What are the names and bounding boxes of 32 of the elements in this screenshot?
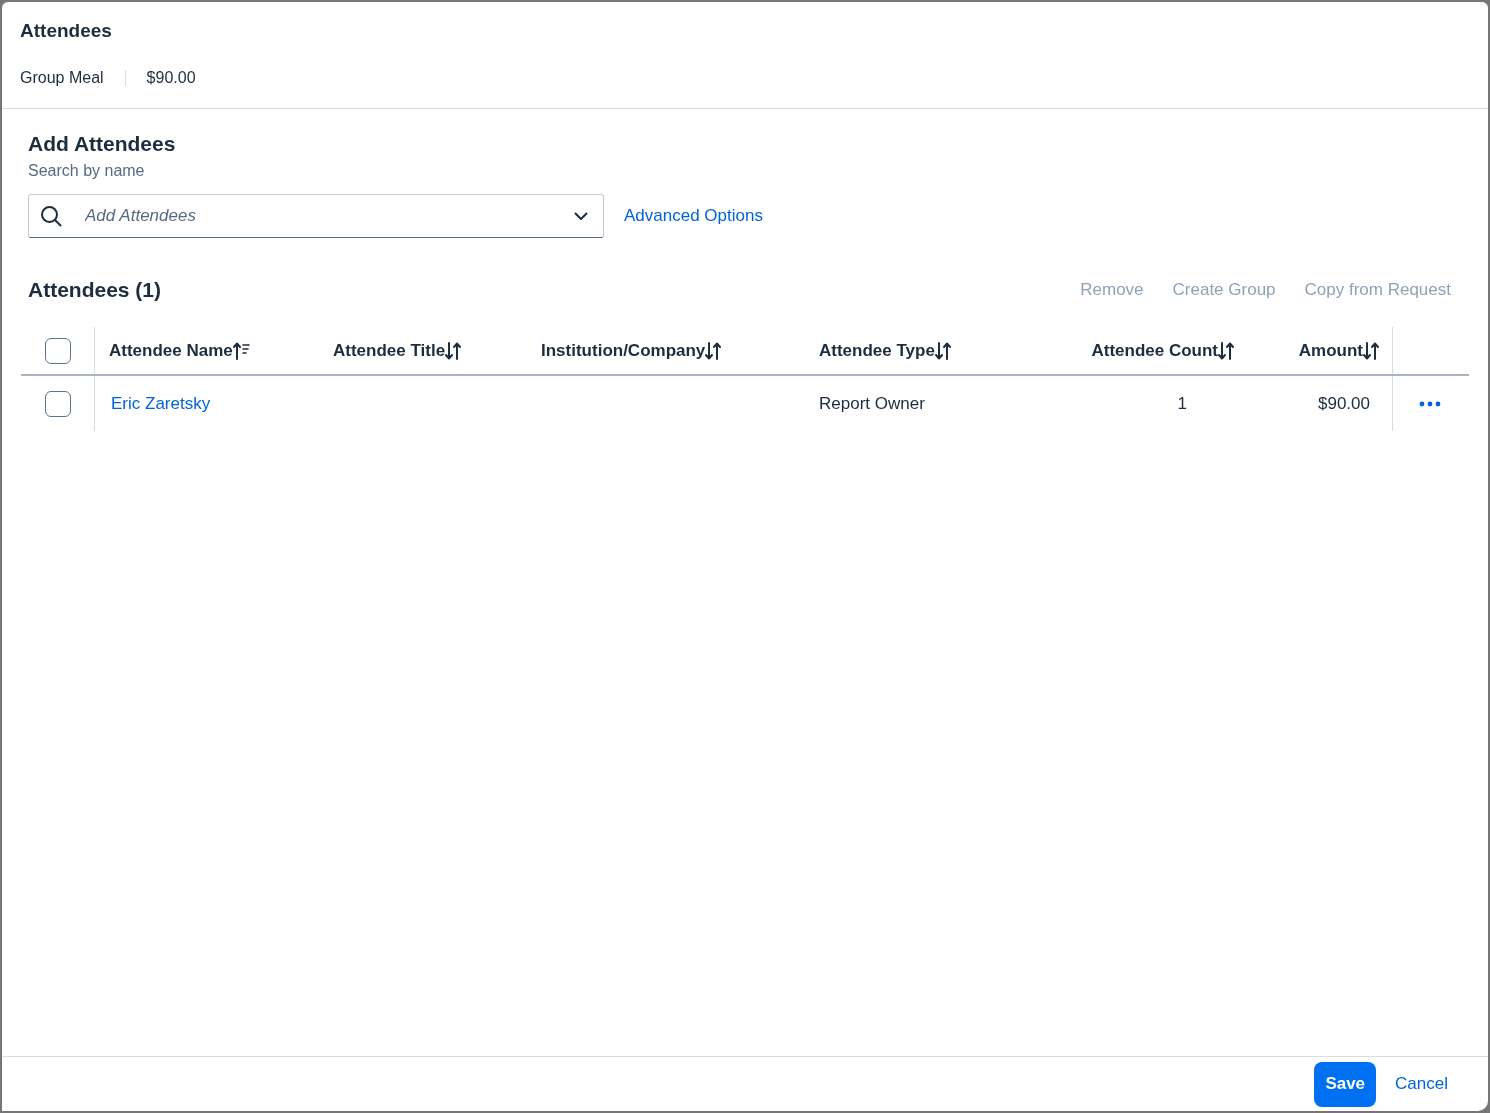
sort-icon[interactable] <box>705 340 723 361</box>
dialog-title: Attendees <box>20 19 112 43</box>
more-icon[interactable] <box>1419 400 1441 407</box>
column-header[interactable]: Institution/Company <box>541 338 706 363</box>
column-header[interactable]: Attendee Count <box>1091 338 1218 363</box>
column-header[interactable]: Attendee Name <box>109 338 233 363</box>
sort-icon[interactable] <box>1363 340 1380 361</box>
search-field[interactable]: Add Attendees <box>28 194 604 238</box>
advanced-options-link[interactable]: Advanced Options <box>624 204 763 228</box>
sort-icon[interactable] <box>445 340 463 361</box>
table-cell-text: Report Owner <box>819 392 925 415</box>
table-cell-text: $90.00 <box>1318 392 1370 415</box>
checkbox[interactable] <box>44 337 71 364</box>
sort-ascending-icon[interactable] <box>232 340 250 361</box>
expense-type: Group Meal <box>20 68 104 88</box>
table-cell-text: 1 <box>1177 392 1187 415</box>
cancel-button[interactable]: Cancel <box>1383 1061 1460 1107</box>
column-header[interactable]: Amount <box>1298 338 1363 363</box>
sort-icon[interactable] <box>1218 340 1235 361</box>
column-header[interactable]: Attendee Title <box>333 338 446 363</box>
checkbox[interactable] <box>44 390 71 417</box>
sort-icon[interactable] <box>934 340 952 361</box>
section-heading: Attendees (1) <box>28 277 162 303</box>
save-button[interactable]: Save <box>1314 1061 1377 1107</box>
search-input[interactable]: Add Attendees <box>85 203 562 229</box>
field-label: Search by name <box>28 161 145 181</box>
expense-amount: $90.00 <box>146 68 196 88</box>
section-heading: Add Attendees <box>28 131 176 157</box>
search-icon <box>40 205 62 227</box>
chevron-down-icon[interactable] <box>574 211 588 221</box>
attendee-link[interactable]: Eric Zaretsky <box>111 391 211 416</box>
column-header[interactable]: Attendee Type <box>819 338 935 363</box>
